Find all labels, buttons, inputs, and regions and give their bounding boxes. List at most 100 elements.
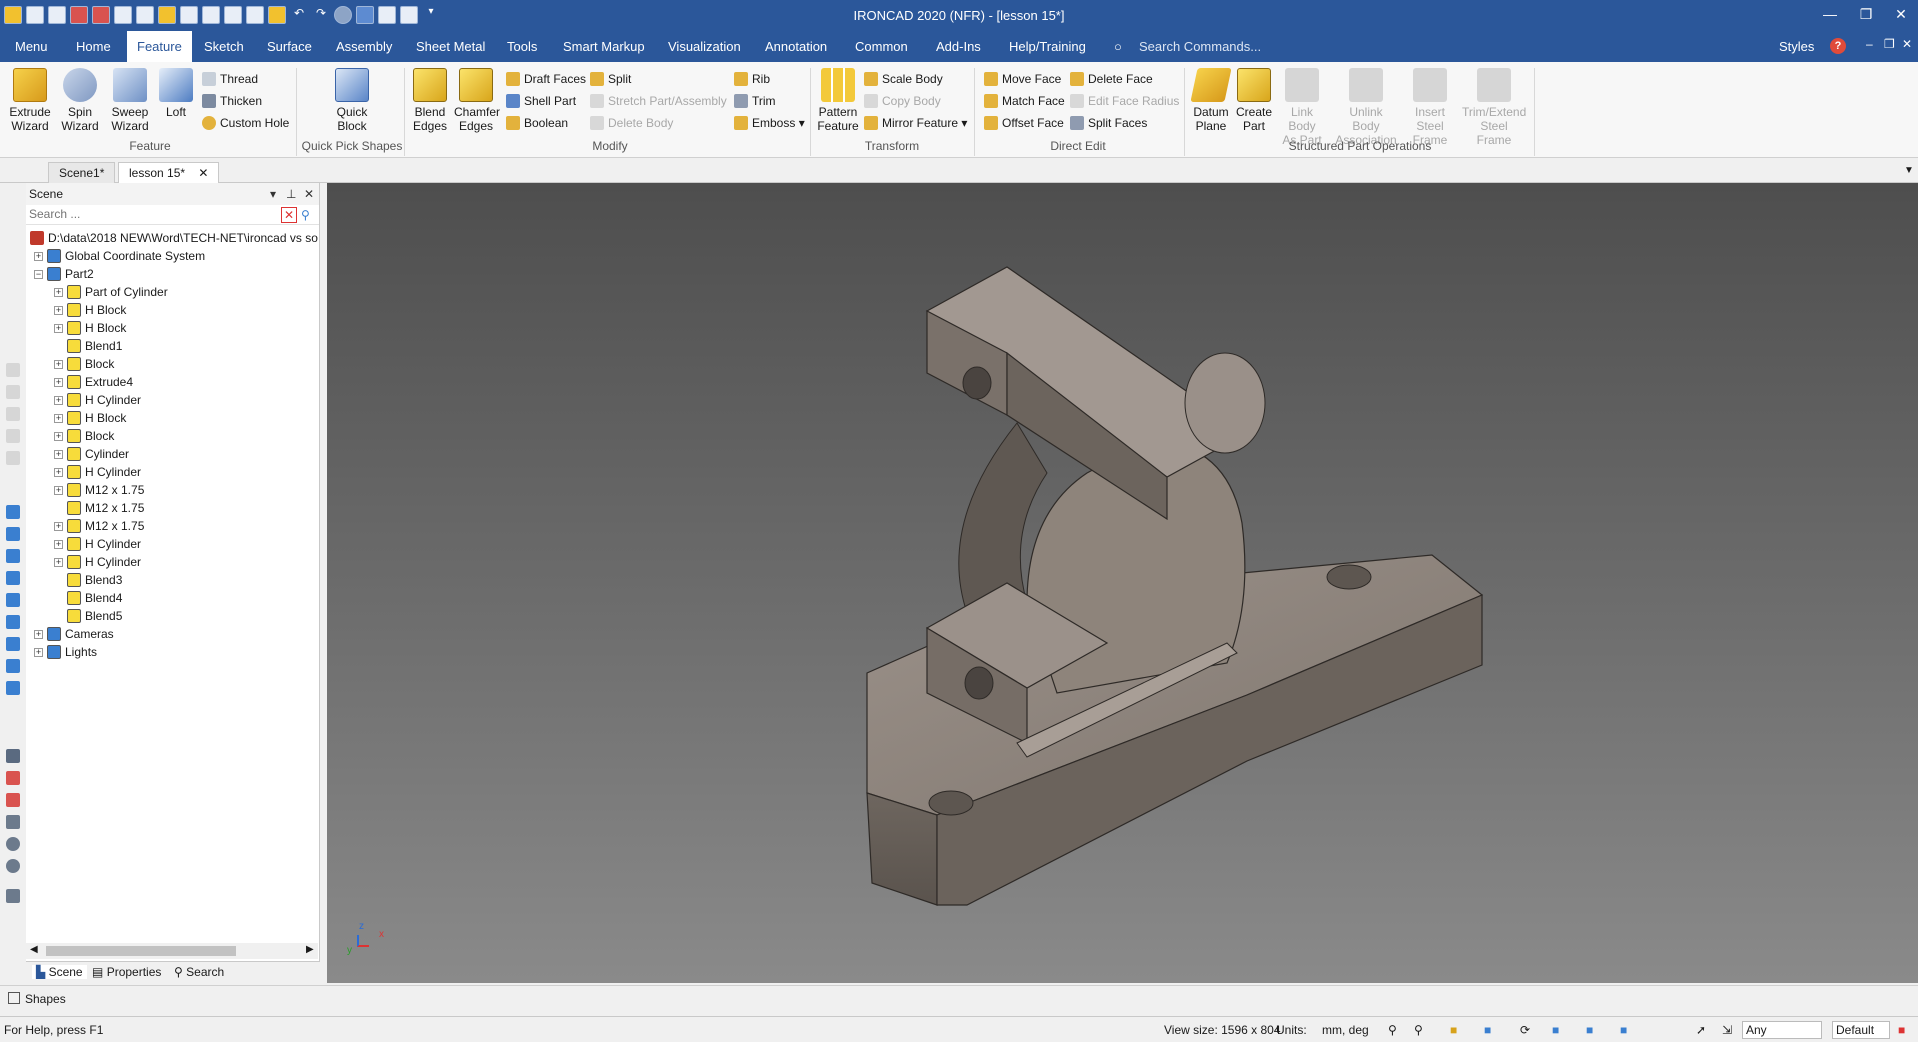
scene-search-input[interactable] [26, 205, 276, 223]
view-icon[interactable] [6, 505, 20, 519]
filter-icon[interactable]: ⚲ [301, 208, 310, 222]
tab-scene-panel[interactable]: ▙ Scene [32, 965, 87, 979]
tree-item[interactable]: + Part of Cylinder [54, 283, 168, 301]
view-cube-icon[interactable]: ■ [1450, 1023, 1457, 1037]
rib-button[interactable]: Rib [734, 69, 770, 89]
tab-search-panel[interactable]: ⚲ Search [174, 965, 224, 979]
thread-button[interactable]: Thread [202, 69, 258, 89]
match-face-button[interactable]: Match Face [984, 91, 1065, 111]
boolean-button[interactable]: Boolean [506, 113, 568, 133]
tabs-dropdown-icon[interactable]: ▼ [1904, 165, 1914, 176]
tab-sheet-metal[interactable]: Sheet Metal [406, 31, 495, 62]
tree-item[interactable]: + H Cylinder [54, 535, 141, 553]
tree-item[interactable]: + Extrude4 [54, 373, 133, 391]
tab-feature[interactable]: Feature [127, 31, 192, 62]
styles-menu[interactable]: Styles [1779, 39, 1814, 54]
units-value[interactable]: mm, deg [1322, 1023, 1369, 1037]
view-icon[interactable] [6, 549, 20, 563]
custom-hole-button[interactable]: Custom Hole [202, 113, 289, 133]
tree-item[interactable]: M12 x 1.75 [54, 499, 144, 517]
stretch-part-button[interactable]: Stretch Part/Assembly [590, 91, 727, 111]
tool-icon[interactable] [6, 363, 20, 377]
scroll-left-icon[interactable]: ◀ [30, 944, 38, 955]
measure-icon[interactable] [6, 793, 20, 807]
minimize-icon[interactable]: — [1813, 0, 1847, 31]
trim-button[interactable]: Trim [734, 91, 776, 111]
scroll-right-icon[interactable]: ▶ [306, 944, 314, 955]
select-mode-icon[interactable]: ⇲ [1722, 1023, 1732, 1037]
panel-dropdown-icon[interactable]: ▾ [270, 183, 276, 205]
create-part-button[interactable]: Create Part [1232, 68, 1276, 133]
edit-face-radius-button[interactable]: Edit Face Radius [1070, 91, 1179, 111]
view-icon[interactable] [6, 527, 20, 541]
copy-body-button[interactable]: Copy Body [864, 91, 941, 111]
pin-icon[interactable]: ⊥ [286, 183, 296, 205]
measure-icon[interactable] [6, 771, 20, 785]
select-arrow-icon[interactable]: ➚ [1696, 1023, 1706, 1037]
orbit-icon[interactable]: ⟳ [1520, 1023, 1530, 1037]
expand-icon[interactable]: + [54, 396, 63, 405]
move-face-button[interactable]: Move Face [984, 69, 1061, 89]
scrollbar-thumb[interactable] [46, 946, 236, 956]
expand-icon[interactable]: + [54, 450, 63, 459]
expand-icon[interactable]: + [54, 432, 63, 441]
tool-icon[interactable] [6, 451, 20, 465]
thicken-button[interactable]: Thicken [202, 91, 262, 111]
tree-item[interactable]: + Global Coordinate System [34, 247, 205, 265]
close-icon[interactable]: ✕ [1884, 0, 1918, 31]
expand-icon[interactable]: + [34, 252, 43, 261]
datum-plane-button[interactable]: Datum Plane [1188, 68, 1234, 133]
tab-common[interactable]: Common [845, 31, 918, 62]
trim-extend-steel-frame-button[interactable]: Trim/Extend Steel Frame [1462, 68, 1526, 147]
delete-face-button[interactable]: Delete Face [1070, 69, 1153, 89]
zoom-area-icon[interactable]: ⚲ [1414, 1023, 1423, 1037]
expand-icon[interactable]: + [54, 468, 63, 477]
ribbon-minimize-icon[interactable]: – [1866, 37, 1873, 51]
tree-root[interactable]: D:\data\2018 NEW\Word\TECH-NET\ironcad v… [30, 229, 318, 247]
tree-item[interactable]: Blend4 [54, 589, 122, 607]
sketch-icon[interactable] [6, 859, 20, 873]
sweep-wizard-button[interactable]: Sweep Wizard [108, 68, 152, 133]
draft-faces-button[interactable]: Draft Faces [506, 69, 586, 89]
tab-scene1[interactable]: Scene1* [48, 162, 116, 183]
shell-part-button[interactable]: Shell Part [506, 91, 576, 111]
tree-item[interactable]: + Block [54, 355, 114, 373]
insert-steel-frame-button[interactable]: Insert Steel Frame [1402, 68, 1458, 147]
tree-item[interactable]: − Part2 [34, 265, 94, 283]
3d-viewport[interactable]: z x y [327, 183, 1918, 983]
expand-icon[interactable]: + [54, 558, 63, 567]
horizontal-scrollbar[interactable]: ◀ ▶ [26, 943, 318, 959]
status-end-icon[interactable]: ■ [1898, 1023, 1905, 1037]
tree-item[interactable]: + H Block [54, 409, 126, 427]
quick-block-button[interactable]: Quick Block [330, 68, 374, 133]
tab-add-ins[interactable]: Add-Ins [926, 31, 991, 62]
tree-item[interactable]: + H Block [54, 319, 126, 337]
expand-icon[interactable]: + [54, 360, 63, 369]
tree-item[interactable]: + Cylinder [54, 445, 129, 463]
tree-item[interactable]: + Block [54, 427, 114, 445]
tree-item[interactable]: Blend1 [54, 337, 122, 355]
pattern-feature-button[interactable]: Pattern Feature [816, 68, 860, 133]
zoom-icon[interactable]: ⚲ [1388, 1023, 1397, 1037]
pen-icon[interactable] [6, 889, 20, 903]
tree-item[interactable]: + Cameras [34, 625, 114, 643]
expand-icon[interactable]: + [54, 288, 63, 297]
tree-item[interactable]: + H Cylinder [54, 391, 141, 409]
shapes-label[interactable]: Shapes [25, 992, 66, 1006]
scale-body-button[interactable]: Scale Body [864, 69, 943, 89]
tab-help-training[interactable]: Help/Training [999, 31, 1096, 62]
expand-icon[interactable]: + [34, 648, 43, 657]
render-mode-icon[interactable]: ■ [1586, 1023, 1593, 1037]
tab-menu[interactable]: Menu [5, 31, 58, 62]
split-faces-button[interactable]: Split Faces [1070, 113, 1147, 133]
tab-lesson-15[interactable]: lesson 15* ✕ [118, 162, 220, 183]
tab-smart-markup[interactable]: Smart Markup [553, 31, 655, 62]
panel-close-icon[interactable]: ✕ [304, 183, 314, 205]
view-icon[interactable] [6, 571, 20, 585]
selection-filter[interactable]: Any [1742, 1021, 1822, 1039]
sketch-icon[interactable] [6, 815, 20, 829]
tab-assembly[interactable]: Assembly [326, 31, 402, 62]
restore-icon[interactable]: ❐ [1849, 0, 1883, 31]
ribbon-close-icon[interactable]: ✕ [1902, 37, 1912, 51]
search-commands-input[interactable]: Search Commands... [1139, 39, 1261, 54]
